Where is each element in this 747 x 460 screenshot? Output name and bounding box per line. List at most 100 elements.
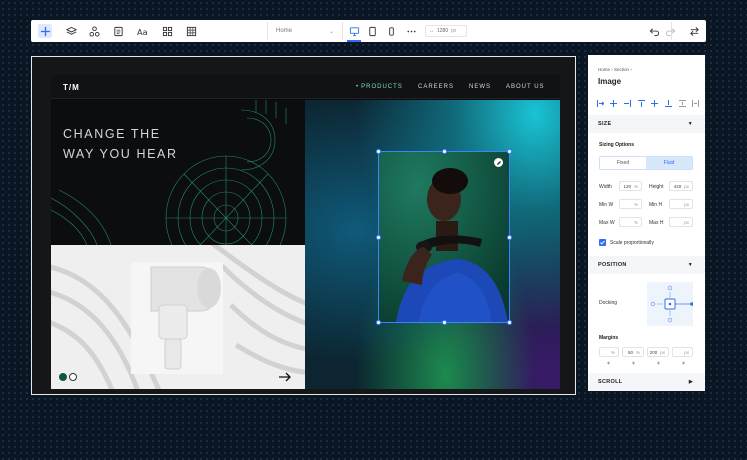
product-slider-card[interactable] xyxy=(51,245,305,389)
alignment-toolbar xyxy=(596,99,700,107)
tablet-icon[interactable] xyxy=(365,24,379,38)
position-section-title: POSITION xyxy=(598,262,627,268)
align-middle-icon[interactable] xyxy=(651,99,659,107)
min-width-label: Min W xyxy=(599,202,614,208)
size-section-header[interactable]: SIZE ▼ xyxy=(588,115,705,133)
components-icon[interactable] xyxy=(87,24,101,38)
margin-link-markers xyxy=(607,361,685,365)
breadcrumb-section[interactable]: Section xyxy=(614,67,629,72)
max-height-field[interactable]: px xyxy=(669,217,693,227)
resize-handle-bottom-right[interactable] xyxy=(507,320,512,325)
nav-about-us[interactable]: ABOUT US xyxy=(506,84,545,90)
edit-pencil-icon[interactable] xyxy=(494,158,503,167)
caret-down-icon: ▼ xyxy=(687,262,693,268)
slider-dot-active[interactable] xyxy=(59,373,67,381)
docking-control[interactable] xyxy=(647,282,694,326)
headline-line-2: WAY YOU HEAR xyxy=(63,147,178,161)
caret-down-icon: ▼ xyxy=(687,121,693,127)
sizing-options-label: Sizing Options xyxy=(599,142,634,148)
scroll-section-header[interactable]: SCROLL ▶ xyxy=(588,373,705,391)
product-image xyxy=(51,245,305,389)
resize-handle-top[interactable] xyxy=(442,149,447,154)
nav-news[interactable]: NEWS xyxy=(469,84,491,90)
hero-speaker-panel[interactable]: CHANGE THE WAY YOU HEAR xyxy=(51,100,305,245)
scale-proportionally-label: Scale proportionally xyxy=(610,240,654,246)
resize-handle-top-right[interactable] xyxy=(507,149,512,154)
height-label: Height xyxy=(649,184,664,190)
resize-handle-bottom-left[interactable] xyxy=(376,320,381,325)
chevron-down-icon: ⌄ xyxy=(328,28,334,35)
margin-top-unit: % xyxy=(635,349,640,355)
resize-handle-bottom[interactable] xyxy=(442,320,447,325)
margin-left-field[interactable]: % xyxy=(599,347,619,357)
margin-top-value: 50 xyxy=(627,349,633,355)
max-height-label: Max H xyxy=(649,220,664,226)
add-icon[interactable] xyxy=(38,24,52,38)
slider-dot[interactable] xyxy=(69,373,77,381)
margin-right-value: 200 xyxy=(649,349,658,355)
align-left-icon[interactable] xyxy=(596,99,604,107)
width-field[interactable]: 120 % xyxy=(619,181,642,191)
distribute-vertical-icon[interactable] xyxy=(678,99,686,107)
resize-handle-top-left[interactable] xyxy=(376,149,381,154)
nav-products[interactable]: PRODUCTS xyxy=(356,84,403,90)
sizing-fixed-option[interactable]: Fixed xyxy=(600,157,646,169)
min-width-unit: % xyxy=(633,201,638,207)
top-toolbar: Aa Home ⌄ ↔ 1280 px xyxy=(31,20,706,42)
min-height-field[interactable]: px xyxy=(669,199,693,209)
align-top-icon[interactable] xyxy=(637,99,645,107)
scale-proportionally-checkbox[interactable] xyxy=(599,239,606,246)
svg-text:Aa: Aa xyxy=(137,27,148,37)
margin-left-unit: % xyxy=(610,349,615,355)
breadcrumb-home[interactable]: Home xyxy=(598,67,610,72)
page-selector[interactable]: Home ⌄ xyxy=(274,25,336,37)
size-section-title: SIZE xyxy=(598,121,612,127)
redo-icon[interactable] xyxy=(663,24,677,38)
margin-right-field[interactable]: 200 px xyxy=(647,347,669,357)
site-logo[interactable]: T/M xyxy=(63,83,80,92)
wireframe-speaker-graphic xyxy=(51,100,287,245)
sizing-options-toggle: Fixed Fluid xyxy=(599,156,693,170)
margins-label: Margins xyxy=(599,335,619,341)
toolbar-divider xyxy=(267,22,268,40)
selection-box[interactable] xyxy=(376,149,512,325)
align-center-h-icon[interactable] xyxy=(610,99,618,107)
publish-arrows-icon[interactable] xyxy=(687,24,701,38)
sizing-fluid-option[interactable]: Fluid xyxy=(646,157,692,169)
align-bottom-icon[interactable] xyxy=(665,99,673,107)
caret-right-icon: ▶ xyxy=(688,379,693,385)
table-icon[interactable] xyxy=(184,24,198,38)
panel-title: Image xyxy=(598,77,622,86)
margin-bottom-field[interactable]: px xyxy=(672,347,693,357)
arrow-right-icon[interactable] xyxy=(278,369,292,387)
site-header: T/M PRODUCTS CAREERS NEWS ABOUT US xyxy=(51,75,560,99)
apps-grid-icon[interactable] xyxy=(160,24,174,38)
position-section-header[interactable]: POSITION ▼ xyxy=(588,256,705,274)
height-field[interactable]: 420 px xyxy=(669,181,693,191)
min-width-field[interactable]: % xyxy=(619,199,642,209)
nav-careers[interactable]: CAREERS xyxy=(418,84,454,90)
canvas-width-field[interactable]: ↔ 1280 px xyxy=(425,25,467,37)
layers-icon[interactable] xyxy=(64,24,78,38)
height-unit: px xyxy=(684,183,689,189)
scroll-section-title: SCROLL xyxy=(598,379,623,385)
resize-handle-right[interactable] xyxy=(507,235,512,240)
max-width-label: Max W xyxy=(599,220,615,226)
more-icon[interactable] xyxy=(404,24,418,38)
margin-top-field[interactable]: 50 % xyxy=(622,347,644,357)
headline-line-1: CHANGE THE xyxy=(63,127,161,141)
desktop-icon[interactable] xyxy=(347,24,361,42)
margin-right-unit: px xyxy=(660,349,665,355)
pages-icon[interactable] xyxy=(111,24,125,38)
undo-icon[interactable] xyxy=(647,24,661,38)
min-height-label: Min H xyxy=(649,202,663,208)
breadcrumb: Home › Section › xyxy=(598,67,632,72)
toolbar-divider xyxy=(342,22,343,40)
typography-icon[interactable]: Aa xyxy=(135,24,149,38)
mobile-icon[interactable] xyxy=(384,24,398,38)
resize-handle-left[interactable] xyxy=(376,235,381,240)
align-right-icon[interactable] xyxy=(623,99,631,107)
hero-headline: CHANGE THE WAY YOU HEAR xyxy=(63,124,223,164)
max-width-field[interactable]: % xyxy=(619,217,642,227)
distribute-horizontal-icon[interactable] xyxy=(692,99,700,107)
